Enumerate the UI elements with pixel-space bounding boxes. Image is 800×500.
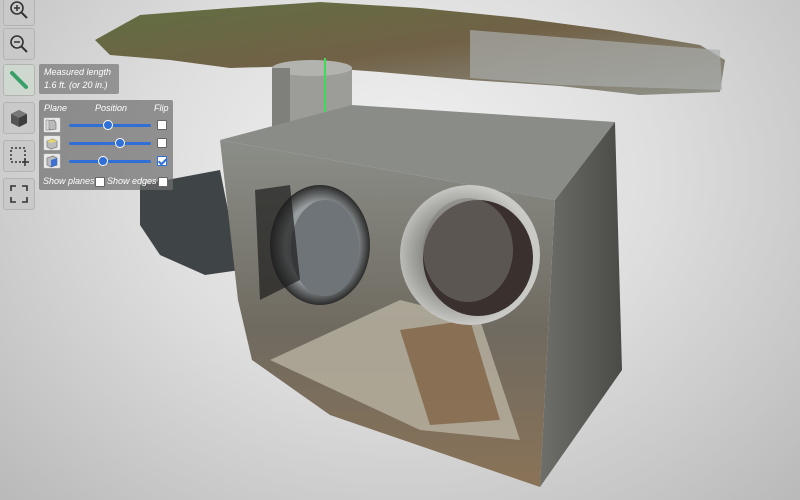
measurement-value: 1.6 ft. (or 20 in.) <box>44 80 108 90</box>
slider-knob[interactable] <box>103 120 114 130</box>
zoom-in-icon <box>10 1 28 19</box>
3d-viewport[interactable]: Measured length 1.6 ft. (or 20 in.) Plan… <box>0 0 800 500</box>
plane-row-y <box>43 135 169 151</box>
plane-x-position-slider[interactable] <box>69 120 151 130</box>
plane-y-position-slider[interactable] <box>69 138 151 148</box>
plane-z-icon[interactable] <box>43 153 61 169</box>
view-cube-button[interactable] <box>3 102 35 134</box>
plane-row-z <box>43 153 169 169</box>
plane-header: Plane <box>44 103 68 113</box>
slider-knob[interactable] <box>98 156 109 166</box>
box-select-button[interactable] <box>3 140 35 172</box>
fullscreen-icon <box>10 185 28 203</box>
show-planes-label: Show planes <box>43 176 95 186</box>
show-options-row: Show planes Show edges <box>43 176 171 188</box>
plane-z-position-slider[interactable] <box>69 156 151 166</box>
zoom-out-icon <box>10 35 28 53</box>
plane-row-x <box>43 117 169 133</box>
clipping-header: Plane Position Flip <box>39 103 173 115</box>
show-edges-label: Show edges <box>107 176 157 186</box>
clipping-panel: Plane Position Flip Show planes Show edg… <box>39 100 173 190</box>
position-header: Position <box>95 103 128 113</box>
cube-icon <box>11 110 27 127</box>
slider-knob[interactable] <box>114 138 125 148</box>
measurement-panel: Measured length 1.6 ft. (or 20 in.) <box>39 64 119 94</box>
show-planes-checkbox[interactable] <box>95 177 105 187</box>
measure-button[interactable] <box>3 64 35 96</box>
zoom-in-button[interactable] <box>3 0 35 26</box>
zoom-out-button[interactable] <box>3 28 35 60</box>
pointcloud-scene[interactable] <box>0 0 800 500</box>
plane-x-flip-checkbox[interactable] <box>157 120 167 130</box>
show-edges-checkbox[interactable] <box>158 177 168 187</box>
box-select-icon <box>10 147 29 166</box>
plane-y-flip-checkbox[interactable] <box>157 138 167 148</box>
plane-z-flip-checkbox[interactable] <box>157 156 167 166</box>
plane-y-icon[interactable] <box>43 135 61 151</box>
fit-view-button[interactable] <box>3 178 35 210</box>
measurement-title: Measured length <box>44 67 112 77</box>
ruler-icon <box>10 71 28 89</box>
plane-x-icon[interactable] <box>43 117 61 133</box>
flip-header: Flip <box>154 103 169 113</box>
